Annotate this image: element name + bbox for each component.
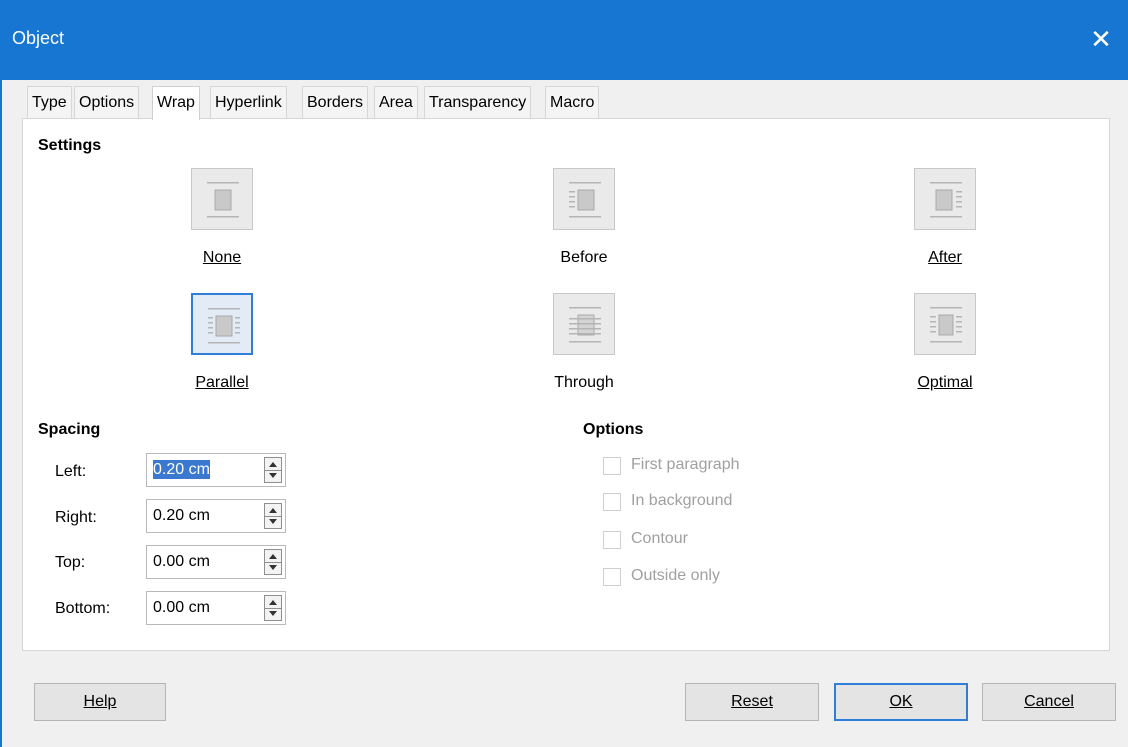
tab-borders[interactable]: Borders	[302, 86, 369, 119]
wrap-parallel-icon	[208, 308, 240, 344]
outside-only-checkbox[interactable]	[603, 568, 621, 586]
left-spin-button[interactable]	[264, 457, 282, 483]
bottom-label: Bottom:	[55, 600, 111, 617]
title-bar: Object ✕	[0, 0, 1128, 80]
reset-button[interactable]: Reset	[685, 683, 819, 721]
cancel-button[interactable]: Cancel	[982, 683, 1116, 721]
wrap-none-icon	[207, 182, 239, 218]
first-paragraph-checkbox[interactable]	[603, 457, 621, 475]
tab-options[interactable]: Options	[74, 86, 140, 119]
tab-wrap[interactable]: Wrap	[152, 86, 200, 120]
wrap-none-label: None	[202, 249, 242, 266]
wrap-optimal-button[interactable]	[914, 293, 976, 355]
wrap-optimal-icon	[930, 307, 962, 343]
contour-checkbox[interactable]	[603, 531, 621, 549]
tab-transparency[interactable]: Transparency	[424, 86, 532, 119]
options-heading: Options	[583, 421, 644, 438]
wrap-after-button[interactable]	[914, 168, 976, 230]
left-label: Left:	[55, 463, 87, 480]
top-spin-button[interactable]	[264, 549, 282, 575]
wrap-after-label: After	[928, 249, 962, 266]
tab-area[interactable]: Area	[374, 86, 418, 119]
wrap-optimal-label: Optimal	[917, 374, 973, 391]
bottom-spin-button[interactable]	[264, 595, 282, 621]
wrap-through-button[interactable]	[553, 293, 615, 355]
wrap-through-icon	[569, 307, 601, 343]
wrap-before-button[interactable]	[553, 168, 615, 230]
tab-type[interactable]: Type	[27, 86, 72, 119]
right-spin-button[interactable]	[264, 503, 282, 529]
wrap-through-label: Through	[554, 374, 614, 391]
wrap-before-label: Before	[560, 249, 608, 266]
ok-button[interactable]: OK	[834, 683, 968, 721]
tab-macro[interactable]: Macro	[545, 86, 600, 119]
wrap-none-button[interactable]	[191, 168, 253, 230]
wrap-before-icon	[569, 182, 601, 218]
help-button[interactable]: Help	[34, 683, 166, 721]
top-label: Top:	[55, 554, 86, 571]
right-label: Right:	[55, 509, 97, 526]
wrap-parallel-label: Parallel	[195, 374, 249, 391]
wrap-after-icon	[930, 182, 962, 218]
wrap-parallel-button[interactable]	[191, 293, 253, 355]
settings-heading: Settings	[38, 137, 102, 154]
tab-hyperlink[interactable]: Hyperlink	[210, 86, 287, 119]
in-background-checkbox[interactable]	[603, 493, 621, 511]
window-title: Object	[12, 28, 65, 48]
window-edge	[0, 80, 2, 747]
close-icon[interactable]: ✕	[1084, 22, 1118, 56]
spacing-heading: Spacing	[38, 421, 101, 438]
